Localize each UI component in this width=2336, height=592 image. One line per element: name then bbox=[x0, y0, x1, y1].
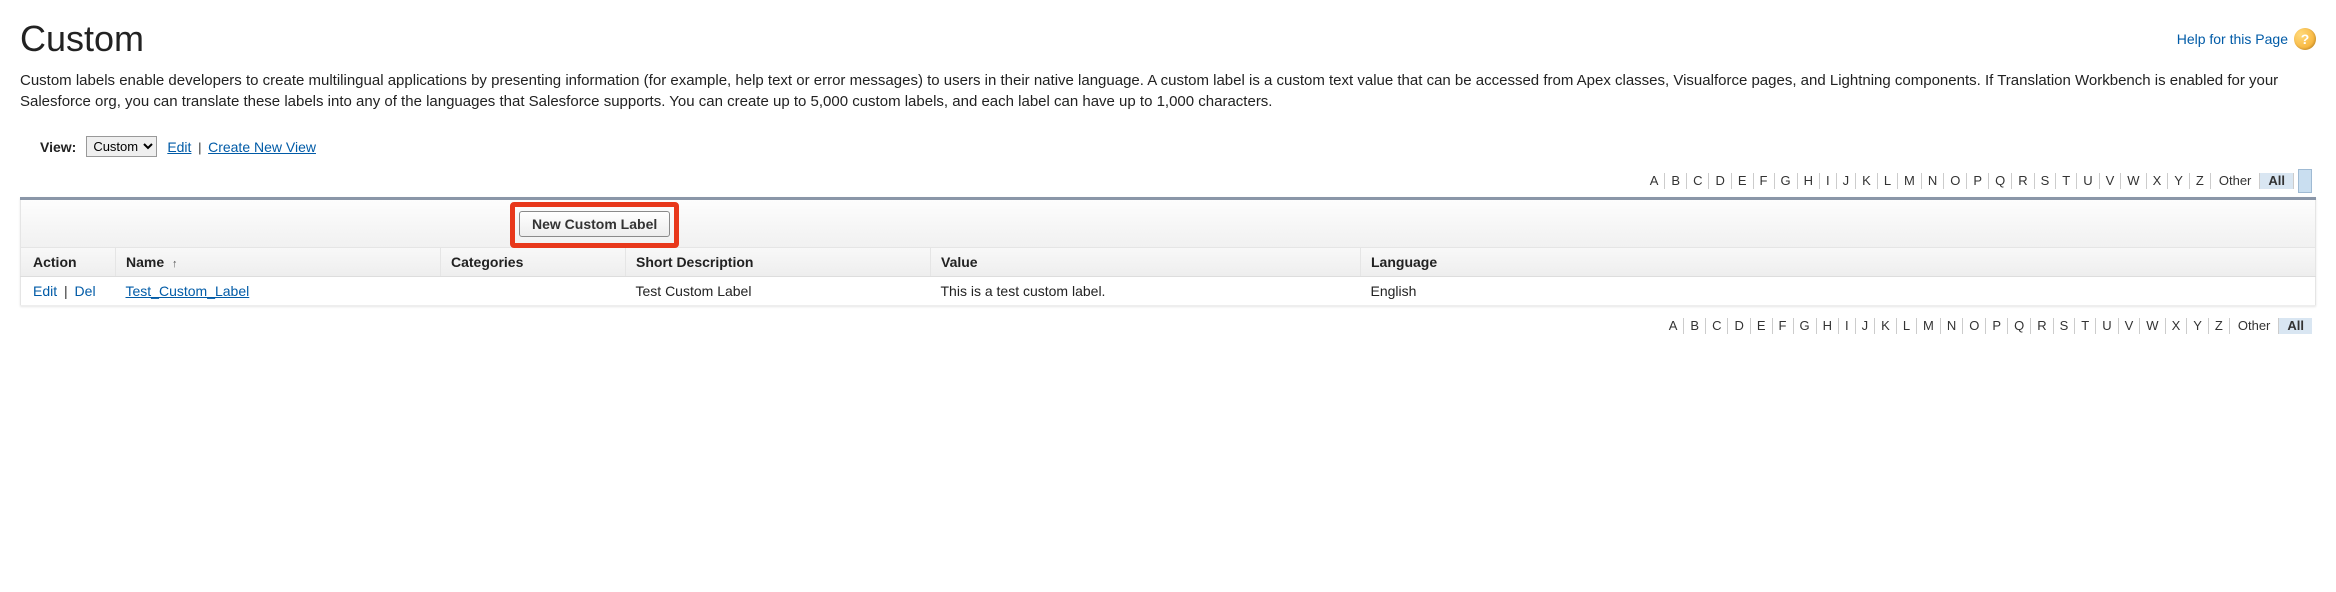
col-shortdesc-header[interactable]: Short Description bbox=[626, 248, 931, 277]
alpha-letter-k[interactable]: K bbox=[1856, 173, 1878, 189]
view-label: View: bbox=[40, 139, 76, 155]
separator: | bbox=[195, 140, 204, 155]
alpha-letter-m[interactable]: M bbox=[1898, 173, 1922, 189]
alpha-all[interactable]: All bbox=[2260, 173, 2294, 189]
alpha-letter-q[interactable]: Q bbox=[1989, 173, 2012, 189]
alpha-letter-x[interactable]: X bbox=[2147, 173, 2169, 189]
alpha-letter-l[interactable]: L bbox=[1897, 318, 1917, 334]
col-action-header[interactable]: Action bbox=[21, 248, 116, 277]
alpha-letter-c[interactable]: C bbox=[1687, 173, 1709, 189]
alpha-letter-h[interactable]: H bbox=[1817, 318, 1839, 334]
col-language-header[interactable]: Language bbox=[1361, 248, 2316, 277]
alpha-letter-z[interactable]: Z bbox=[2209, 318, 2230, 334]
alpha-letter-u[interactable]: U bbox=[2077, 173, 2099, 189]
alpha-letter-e[interactable]: E bbox=[1732, 173, 1754, 189]
alpha-letter-w[interactable]: W bbox=[2121, 173, 2146, 189]
alpha-letter-o[interactable]: O bbox=[1944, 173, 1967, 189]
alpha-letter-m[interactable]: M bbox=[1917, 318, 1941, 334]
row-actions: Edit | Del bbox=[21, 277, 116, 306]
alpha-letter-f[interactable]: F bbox=[1754, 173, 1775, 189]
page-description: Custom labels enable developers to creat… bbox=[20, 70, 2316, 112]
row-value: This is a test custom label. bbox=[931, 277, 1361, 306]
alpha-letter-d[interactable]: D bbox=[1709, 173, 1731, 189]
row-name: Test_Custom_Label bbox=[116, 277, 441, 306]
new-custom-label-button[interactable]: New Custom Label bbox=[519, 211, 670, 237]
alpha-filter-top: ABCDEFGHIJKLMNOPQRSTUVWXYZOtherAll bbox=[20, 169, 2312, 193]
alpha-letter-y[interactable]: Y bbox=[2168, 173, 2190, 189]
alpha-letter-v[interactable]: V bbox=[2100, 173, 2122, 189]
alpha-letter-z[interactable]: Z bbox=[2190, 173, 2211, 189]
alpha-other[interactable]: Other bbox=[2230, 318, 2280, 334]
alpha-letter-h[interactable]: H bbox=[1798, 173, 1820, 189]
alpha-all[interactable]: All bbox=[2279, 318, 2312, 334]
alpha-letter-t[interactable]: T bbox=[2075, 318, 2096, 334]
col-name-header[interactable]: Name ↑ bbox=[116, 248, 441, 277]
row-language: English bbox=[1361, 277, 2316, 306]
alpha-letter-c[interactable]: C bbox=[1706, 318, 1728, 334]
help-label: Help for this Page bbox=[2177, 31, 2288, 47]
alpha-letter-p[interactable]: P bbox=[1967, 173, 1989, 189]
col-categories-header[interactable]: Categories bbox=[441, 248, 626, 277]
alpha-letter-x[interactable]: X bbox=[2166, 318, 2188, 334]
alpha-letter-a[interactable]: A bbox=[1663, 318, 1685, 334]
alpha-letter-s[interactable]: S bbox=[2054, 318, 2076, 334]
alpha-letter-v[interactable]: V bbox=[2119, 318, 2141, 334]
table-section: New Custom Label Action Name ↑ Categorie… bbox=[20, 197, 2316, 306]
alpha-letter-g[interactable]: G bbox=[1775, 173, 1798, 189]
alpha-other[interactable]: Other bbox=[2211, 173, 2261, 189]
alpha-letter-o[interactable]: O bbox=[1963, 318, 1986, 334]
alpha-letter-i[interactable]: I bbox=[1820, 173, 1837, 189]
view-controls: View: Custom Edit | Create New View bbox=[40, 136, 2316, 157]
alpha-letter-a[interactable]: A bbox=[1644, 173, 1666, 189]
alpha-letter-r[interactable]: R bbox=[2012, 173, 2034, 189]
alpha-letter-b[interactable]: B bbox=[1665, 173, 1687, 189]
alpha-letter-n[interactable]: N bbox=[1922, 173, 1944, 189]
alpha-letter-l[interactable]: L bbox=[1878, 173, 1898, 189]
button-bar: New Custom Label bbox=[20, 200, 2316, 248]
alpha-letter-n[interactable]: N bbox=[1941, 318, 1963, 334]
highlight-annotation: New Custom Label bbox=[510, 202, 679, 248]
row-categories bbox=[441, 277, 626, 306]
label-name-link[interactable]: Test_Custom_Label bbox=[126, 283, 250, 299]
separator: | bbox=[57, 283, 74, 299]
help-for-page-link[interactable]: Help for this Page ? bbox=[2177, 28, 2316, 50]
alpha-letter-s[interactable]: S bbox=[2035, 173, 2057, 189]
alpha-letter-q[interactable]: Q bbox=[2008, 318, 2031, 334]
help-icon: ? bbox=[2294, 28, 2316, 50]
alpha-filter-bottom: ABCDEFGHIJKLMNOPQRSTUVWXYZOtherAll bbox=[20, 318, 2312, 334]
alpha-letter-j[interactable]: J bbox=[1856, 318, 1876, 334]
del-link[interactable]: Del bbox=[75, 283, 96, 299]
alpha-letter-e[interactable]: E bbox=[1751, 318, 1773, 334]
view-create-link[interactable]: Create New View bbox=[208, 139, 316, 155]
alpha-letter-g[interactable]: G bbox=[1794, 318, 1817, 334]
row-short-description: Test Custom Label bbox=[626, 277, 931, 306]
alpha-letter-r[interactable]: R bbox=[2031, 318, 2053, 334]
alpha-letter-k[interactable]: K bbox=[1875, 318, 1897, 334]
edit-link[interactable]: Edit bbox=[33, 283, 57, 299]
alpha-letter-i[interactable]: I bbox=[1839, 318, 1856, 334]
labels-table: Action Name ↑ Categories Short Descripti… bbox=[20, 248, 2316, 306]
col-value-header[interactable]: Value bbox=[931, 248, 1361, 277]
table-row: Edit | Del Test_Custom_Label Test Custom L… bbox=[21, 277, 2316, 306]
alpha-letter-t[interactable]: T bbox=[2056, 173, 2077, 189]
alpha-letter-u[interactable]: U bbox=[2096, 318, 2118, 334]
alpha-letter-w[interactable]: W bbox=[2140, 318, 2165, 334]
alpha-letter-f[interactable]: F bbox=[1773, 318, 1794, 334]
alpha-letter-p[interactable]: P bbox=[1986, 318, 2008, 334]
col-name-label: Name bbox=[126, 254, 164, 270]
alpha-letter-d[interactable]: D bbox=[1728, 318, 1750, 334]
alpha-letter-y[interactable]: Y bbox=[2187, 318, 2209, 334]
view-edit-link[interactable]: Edit bbox=[167, 139, 191, 155]
page-title: Custom bbox=[20, 18, 144, 60]
scroll-indicator[interactable] bbox=[2298, 169, 2312, 193]
alpha-letter-b[interactable]: B bbox=[1684, 318, 1706, 334]
view-select[interactable]: Custom bbox=[86, 136, 157, 157]
alpha-letter-j[interactable]: J bbox=[1837, 173, 1857, 189]
sort-ascending-icon: ↑ bbox=[172, 258, 178, 270]
